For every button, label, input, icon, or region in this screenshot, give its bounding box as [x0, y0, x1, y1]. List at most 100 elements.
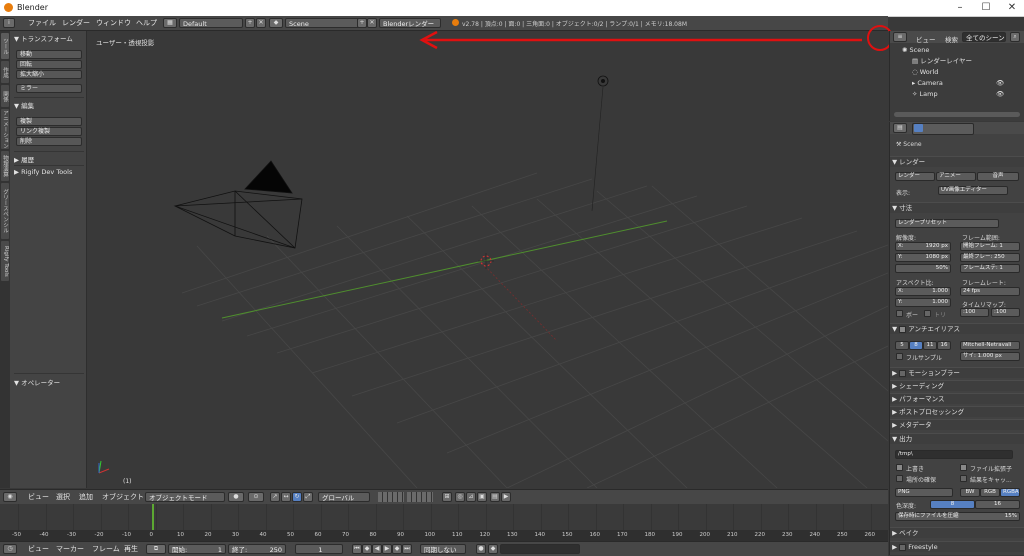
- lamp-object[interactable]: [591, 75, 609, 212]
- panel-operator-header[interactable]: ▼ オペレーター: [14, 377, 60, 387]
- layer-buttons-right[interactable]: [407, 492, 433, 502]
- tab-grease-pencil[interactable]: グリースペンシル: [1, 183, 9, 239]
- tab-animation[interactable]: アニメーション: [1, 109, 9, 149]
- frame-start-input[interactable]: 開始: 1: [168, 544, 226, 554]
- duplicate-linked-button[interactable]: リンク複製: [16, 127, 82, 136]
- bake-panel-header[interactable]: ▶ ベイク: [890, 527, 1024, 538]
- file-format-select[interactable]: PNG: [895, 488, 953, 497]
- keying-set-icon[interactable]: ◆: [488, 544, 498, 554]
- panel-transform-header[interactable]: ▼ トランスフォーム: [14, 33, 73, 43]
- jump-next-key-icon[interactable]: ◆: [392, 544, 402, 554]
- motion-blur-panel-header[interactable]: ▶ モーションブラー: [890, 367, 1024, 378]
- tab-tools[interactable]: ツール: [1, 33, 9, 59]
- audio-button[interactable]: 音声: [977, 172, 1019, 181]
- jump-end-icon[interactable]: ⏭: [402, 544, 412, 554]
- add-scene-button[interactable]: +: [357, 18, 367, 28]
- menu-view[interactable]: ビュー: [28, 492, 49, 502]
- crop-checkbox[interactable]: [924, 310, 931, 317]
- antialiasing-checkbox[interactable]: [899, 325, 907, 333]
- full-sample-checkbox[interactable]: [896, 353, 903, 360]
- timeline-menu-frame[interactable]: フレーム: [92, 544, 120, 554]
- outliner-scrollbar[interactable]: [894, 112, 1020, 117]
- sync-mode-select[interactable]: 同期しない: [420, 544, 466, 554]
- placeholders-checkbox[interactable]: [896, 475, 903, 482]
- display-select[interactable]: UV画像エディター: [938, 186, 1008, 195]
- layer-buttons-left[interactable]: [378, 492, 404, 502]
- outliner-item-scene[interactable]: ✺ Scene: [890, 45, 1024, 55]
- aa-samples-5[interactable]: 5: [895, 341, 909, 350]
- properties-editor-icon[interactable]: ▤: [893, 123, 907, 133]
- performance-panel-header[interactable]: ▶ パフォーマンス: [890, 393, 1024, 404]
- border-checkbox[interactable]: [896, 310, 903, 317]
- record-icon[interactable]: ●: [476, 544, 486, 554]
- 3d-cursor-icon[interactable]: [478, 253, 494, 269]
- panel-edit-header[interactable]: ▼ 編集: [14, 100, 34, 110]
- screen-layout-field[interactable]: Default: [179, 18, 243, 28]
- freestyle-panel-header[interactable]: ▶ Freestyle: [890, 541, 1024, 552]
- tab-create[interactable]: 作成: [1, 61, 9, 83]
- framerate-select[interactable]: 24 fps: [960, 287, 1020, 296]
- menu-window[interactable]: ウィンドウ: [96, 18, 131, 28]
- add-screen-button[interactable]: +: [245, 18, 255, 28]
- outliner-display-select[interactable]: 全てのシーン: [962, 32, 1006, 42]
- frame-end-field[interactable]: 最終フレー: 250: [960, 253, 1020, 262]
- current-frame-input[interactable]: 1: [295, 544, 343, 554]
- filter-size-field[interactable]: サイ: 1.000 px: [960, 352, 1020, 361]
- rotate-manipulator-icon[interactable]: ↻: [292, 492, 302, 502]
- post-processing-panel-header[interactable]: ▶ ポストプロセッシング: [890, 406, 1024, 417]
- scale-button[interactable]: 拡大縮小: [16, 70, 82, 79]
- aa-samples-16[interactable]: 16: [937, 341, 951, 350]
- outliner-item-world[interactable]: ◌ World: [890, 67, 1024, 77]
- jump-start-icon[interactable]: ⏮: [352, 544, 362, 554]
- scale-manipulator-icon[interactable]: ⤢: [303, 492, 313, 502]
- preview-range-toggle[interactable]: ⧉: [146, 544, 166, 554]
- outliner-search-icon[interactable]: ⌕: [1010, 32, 1020, 42]
- 3d-view-editor-icon[interactable]: ◉: [3, 492, 17, 502]
- aspect-x-field[interactable]: X: 1.000: [895, 287, 951, 296]
- visibility-eye-icon[interactable]: 👁: [996, 89, 1004, 99]
- outliner-search-menu[interactable]: 検索: [945, 34, 958, 44]
- render-preview-icon[interactable]: ▤: [490, 492, 500, 502]
- color-depth-8[interactable]: 8: [930, 500, 975, 509]
- mirror-button[interactable]: ミラー: [16, 84, 82, 93]
- timeline-editor-icon[interactable]: ◷: [3, 544, 17, 554]
- maximize-button[interactable]: ☐: [974, 1, 998, 15]
- remove-scene-button[interactable]: ✕: [367, 18, 377, 28]
- delete-button[interactable]: 削除: [16, 137, 82, 146]
- remove-screen-button[interactable]: ✕: [256, 18, 266, 28]
- panel-history-header[interactable]: ▶ 履歴: [14, 154, 34, 164]
- frame-start-field[interactable]: 開始フレーム: 1: [960, 242, 1020, 251]
- output-path-field[interactable]: /tmp\: [895, 450, 1013, 459]
- compression-slider[interactable]: 保存時にファイルを圧縮 15%: [895, 512, 1020, 521]
- panel-rigify-header[interactable]: ▶ Rigify Dev Tools: [14, 168, 72, 176]
- play-icon[interactable]: ▶: [382, 544, 392, 554]
- duplicate-button[interactable]: 複製: [16, 117, 82, 126]
- menu-object[interactable]: オブジェクト: [102, 492, 144, 502]
- dimensions-panel-header[interactable]: ▼ 寸法: [890, 202, 1024, 213]
- keying-set-field[interactable]: [500, 544, 580, 554]
- color-mode-bw[interactable]: BW: [960, 488, 980, 497]
- render-engine-select[interactable]: Blenderレンダー: [379, 18, 441, 28]
- antialiasing-panel-header[interactable]: ▼ アンチエイリアス: [890, 323, 1024, 334]
- time-remap-new-field[interactable]: :100: [991, 308, 1020, 317]
- rotate-button[interactable]: 回転: [16, 60, 82, 69]
- play-reverse-icon[interactable]: ◀: [372, 544, 382, 554]
- aa-samples-8[interactable]: 8: [909, 341, 923, 350]
- proportional-edit-icon[interactable]: ◎: [455, 492, 465, 502]
- frame-step-field[interactable]: フレームステ: 1: [960, 264, 1020, 273]
- transform-orientation-select[interactable]: グローバル: [318, 492, 370, 502]
- snap-toggle-icon[interactable]: ⊿: [466, 492, 476, 502]
- timeline-menu-marker[interactable]: マーカー: [56, 544, 84, 554]
- viewport-shading-select[interactable]: ●: [228, 492, 244, 502]
- lock-layers-icon[interactable]: ⊞: [442, 492, 452, 502]
- metadata-panel-header[interactable]: ▶ メタデータ: [890, 419, 1024, 430]
- translate-button[interactable]: 移動: [16, 50, 82, 59]
- render-panel-header[interactable]: ▼ レンダー: [890, 156, 1024, 167]
- render-button[interactable]: レンダー: [895, 172, 935, 181]
- render-preset-select[interactable]: レンダープリセット: [895, 219, 999, 228]
- editor-type-icon[interactable]: i: [3, 18, 15, 28]
- freestyle-checkbox[interactable]: [899, 543, 907, 551]
- jump-prev-key-icon[interactable]: ◆: [362, 544, 372, 554]
- aa-samples-11[interactable]: 11: [923, 341, 937, 350]
- aa-filter-select[interactable]: Mitchell-Netravali: [960, 341, 1020, 350]
